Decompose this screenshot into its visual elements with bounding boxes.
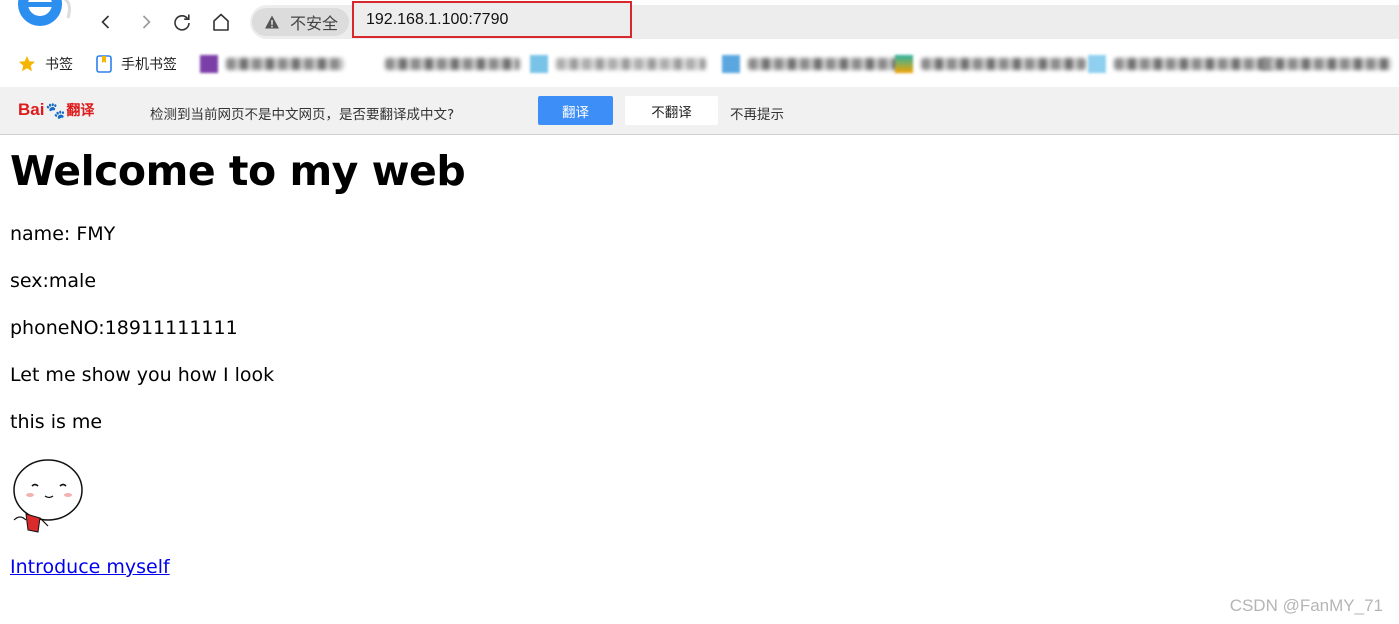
sex-line: sex:male [10, 270, 97, 292]
translate-button[interactable]: 翻译 [538, 96, 613, 125]
bookmark-item-obscured[interactable] [1088, 55, 1274, 73]
browser-logo-icon [18, 0, 71, 26]
baidu-logo-suffix: 翻译 [66, 103, 95, 119]
forward-button[interactable] [131, 7, 161, 37]
back-button[interactable] [91, 7, 121, 37]
bookmark-item-mobile[interactable]: 手机书签 [96, 54, 176, 74]
baidu-paw-icon: 🐾 [45, 100, 66, 120]
home-button[interactable] [206, 7, 236, 37]
star-icon [18, 55, 36, 73]
bookmark-item-obscured[interactable] [722, 55, 908, 73]
bookmark-item-obscured[interactable] [530, 55, 706, 73]
baidu-logo-text: Bai [18, 100, 45, 119]
page-content: Welcome to my web name: FMY sex:male pho… [0, 135, 1399, 624]
bookmark-item-obscured[interactable] [200, 55, 344, 73]
chevron-right-icon [142, 15, 151, 29]
bookmark-label: 手机书签 [121, 57, 176, 73]
chevron-left-icon [101, 15, 110, 29]
page-title: Welcome to my web [10, 147, 466, 195]
bookmarks-bar: 书签 手机书签 [0, 44, 1399, 84]
translate-bar: Bai 🐾 翻译 检测到当前网页不是中文网页，是否要翻译成中文? 翻译 不翻译 … [0, 87, 1399, 135]
bookmark-item-obscured[interactable] [895, 55, 1086, 73]
warning-icon [264, 14, 280, 30]
no-remind-link[interactable]: 不再提示 [730, 103, 784, 123]
url-input[interactable]: 192.168.1.100:7790 [352, 1, 632, 38]
name-line: name: FMY [10, 223, 116, 245]
show-line: Let me show you how I look [10, 364, 275, 386]
browser-toolbar: 不安全 192.168.1.100:7790 [0, 0, 1399, 44]
security-label: 不安全 [290, 14, 339, 33]
reload-button[interactable] [167, 7, 197, 37]
avatar-image [10, 456, 85, 535]
translate-prompt: 检测到当前网页不是中文网页，是否要翻译成中文? [150, 107, 455, 123]
watermark: CSDN @FanMY_71 [1229, 596, 1383, 615]
home-icon [213, 13, 229, 31]
bookmark-item-bookmarks[interactable]: 书签 [18, 54, 73, 74]
baidu-translate-logo: Bai 🐾 翻译 [18, 95, 94, 125]
reload-icon [174, 14, 190, 31]
phone-line: phoneNO:18911111111 [10, 317, 238, 339]
no-translate-button[interactable]: 不翻译 [625, 96, 718, 125]
me-line: this is me [10, 411, 103, 433]
mobile-bookmark-icon [96, 55, 112, 73]
bookmark-item-obscured[interactable] [1262, 55, 1392, 73]
url-text: 192.168.1.100:7790 [366, 11, 509, 28]
introduce-myself-link[interactable]: Introduce myself [10, 556, 170, 578]
security-indicator[interactable]: 不安全 [252, 8, 349, 36]
bookmark-label: 书签 [45, 57, 73, 73]
bookmark-item-obscured[interactable] [385, 55, 520, 73]
